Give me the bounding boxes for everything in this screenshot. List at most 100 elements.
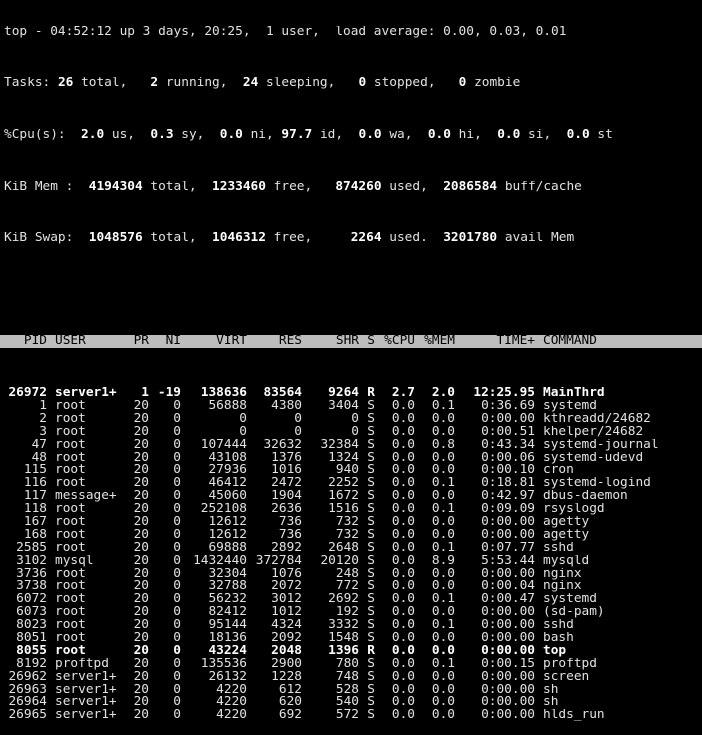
tasks-zombie-label: zombie [466,77,521,91]
process-mem: 0.0 [431,515,455,529]
swap-used-label: used. [381,232,444,246]
process-mem: 0.0 [431,683,455,697]
process-res: 372784 [255,554,302,568]
column-header-pr: PR [133,335,149,349]
tasks-sleeping-value: 24 [242,77,259,91]
process-virt: 135536 [200,657,247,671]
process-virt: 95144 [208,619,247,632]
column-header-mem: %MEM [424,335,455,349]
cpu-hi-label: hi, [450,129,498,142]
process-res: 32632 [263,438,302,452]
column-header-time: TIME+ [496,335,535,349]
process-user: root [55,528,86,542]
process-shr: 1672 [328,490,359,504]
process-time: 5:53.44 [481,554,535,568]
process-priority: 20 [133,580,149,594]
process-time: 0:00.00 [481,632,535,645]
process-nice: 0 [173,477,181,491]
process-mem: 0.1 [431,503,455,516]
process-cpu: 0.0 [391,619,415,632]
process-mem: 0.0 [431,528,455,542]
process-pid: 48 [31,451,47,465]
cpu-hi-value: 0.0 [427,129,451,142]
process-priority: 20 [133,696,149,710]
column-header-pid: PID [23,335,47,349]
process-cpu: 0.0 [391,412,415,426]
process-mem: 0.0 [431,490,455,504]
cpu-st-label: st [589,129,613,142]
mem-used-value: 874260 [335,180,382,194]
process-cpu: 0.0 [391,464,415,478]
column-header-user: USER [55,335,86,349]
process-user: message+ [55,490,117,504]
process-shr: 748 [335,670,359,684]
process-nice: 0 [173,515,181,529]
process-state: S [367,438,375,452]
process-shr: 528 [335,683,359,697]
process-row: 8051 root 20 0 18136 2092 1548 S 0.0 0.0 0:00.00 ba… [4,632,702,645]
process-user: root [55,477,86,491]
process-cpu: 0.0 [391,632,415,645]
process-row: 116 root 20 0 46412 2472 2252 S 0.0 0.1 0:18.81 sys… [4,477,702,490]
process-command: nginx [543,580,582,594]
cpu-us-value: 2.0 [81,129,105,142]
process-shr: 32384 [320,438,359,452]
process-cpu: 0.0 [391,683,415,697]
process-command: dbus-daemon [543,490,628,504]
process-res: 2048 [271,644,302,658]
process-command: MainThrd [543,387,605,400]
process-time: 0:42.97 [481,490,535,504]
process-command: agetty [543,515,590,529]
process-state: S [367,567,375,581]
process-shr: 3404 [328,399,359,413]
process-pid: 1 [39,399,47,413]
process-priority: 20 [133,477,149,491]
process-virt: 4220 [216,683,247,697]
process-state: S [367,528,375,542]
process-time: 0:00.00 [481,696,535,710]
process-shr: 2252 [328,477,359,491]
process-state: S [367,464,375,478]
process-time: 0:43.34 [481,438,535,452]
process-virt: 56888 [208,399,247,413]
process-priority: 20 [133,606,149,620]
process-cpu: 0.0 [391,503,415,516]
process-mem: 0.0 [431,412,455,426]
process-command: nginx [543,567,582,581]
process-user: server1+ [55,696,117,710]
process-virt: 138636 [200,387,247,400]
process-command: proftpd [543,657,597,671]
process-state: S [367,696,375,710]
process-command: systemd [543,593,597,607]
process-row: 1 root 20 0 56888 4380 3404 S 0.0 0.1 0:36.69 syste… [4,400,702,413]
uptime-load-line: top - 04:52:12 up 3 days, 20:25, 1 user,… [4,25,567,39]
mem-used-label: used, [381,180,444,194]
process-mem: 2.0 [431,387,455,400]
mem-free-label: free, [265,180,336,194]
process-nice: 0 [173,490,181,504]
process-user: root [55,515,86,529]
process-user: server1+ [55,670,117,684]
process-user: root [55,412,86,426]
process-user: root [55,644,86,658]
swap-free-value: 1046312 [212,232,266,246]
process-nice: 0 [173,709,181,723]
terminal-window[interactable]: top - 04:52:12 up 3 days, 20:25, 1 user,… [0,0,702,721]
swap-avail-value: 3201780 [443,232,498,246]
tasks-total-label: total, [73,77,151,91]
process-mem: 0.0 [431,696,455,710]
process-time: 0:07.77 [481,541,535,555]
process-time: 0:00.00 [481,606,535,620]
process-virt: 46412 [208,477,247,491]
process-mem: 0.8 [431,438,455,452]
process-shr: 572 [335,709,359,723]
process-mem: 8.9 [431,554,455,568]
process-virt: 45060 [208,490,247,504]
process-state: S [367,541,375,555]
process-shr: 780 [335,657,359,671]
process-user: root [55,464,86,478]
process-res: 2892 [271,541,302,555]
process-row: 6072 root 20 0 56232 3012 2692 S 0.0 0.1 0:00.47 sy… [4,593,702,606]
process-mem: 0.1 [431,399,455,413]
process-nice: 0 [173,438,181,452]
